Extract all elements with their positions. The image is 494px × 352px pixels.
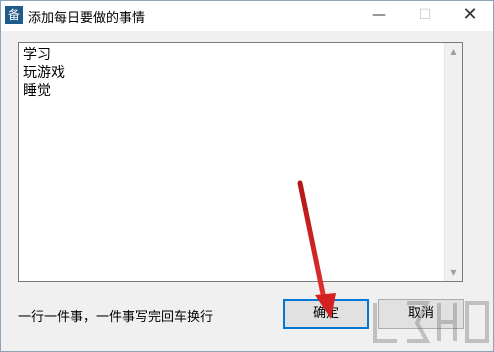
memo-content: 学习 玩游戏 睡觉	[23, 46, 65, 100]
tasks-textarea[interactable]: 学习 玩游戏 睡觉 ▲ ▼	[18, 42, 463, 282]
cancel-button[interactable]: 取消	[378, 299, 464, 329]
memo-line: 睡觉	[23, 83, 51, 99]
minimize-button[interactable]: —	[356, 1, 402, 31]
maximize-button[interactable]: ☐	[402, 1, 448, 31]
app-icon: 备	[5, 6, 23, 24]
title-bar[interactable]: 备 添加每日要做的事情 — ☐ ✕	[1, 1, 493, 31]
scroll-up-icon[interactable]: ▲	[445, 43, 462, 60]
vertical-scrollbar[interactable]: ▲ ▼	[444, 43, 462, 281]
scroll-down-icon[interactable]: ▼	[445, 264, 462, 281]
hint-label: 一行一件事，一件事写完回车换行	[18, 310, 214, 325]
memo-line: 玩游戏	[23, 65, 65, 81]
dialog-window: 备 添加每日要做的事情 — ☐ ✕ 学习 玩游戏 睡觉 ▲ ▼ 一行一件事，一件…	[0, 0, 494, 352]
ok-button[interactable]: 确定	[283, 299, 369, 329]
close-button[interactable]: ✕	[447, 1, 493, 31]
memo-line: 学习	[23, 47, 51, 63]
window-title: 添加每日要做的事情	[28, 11, 146, 26]
